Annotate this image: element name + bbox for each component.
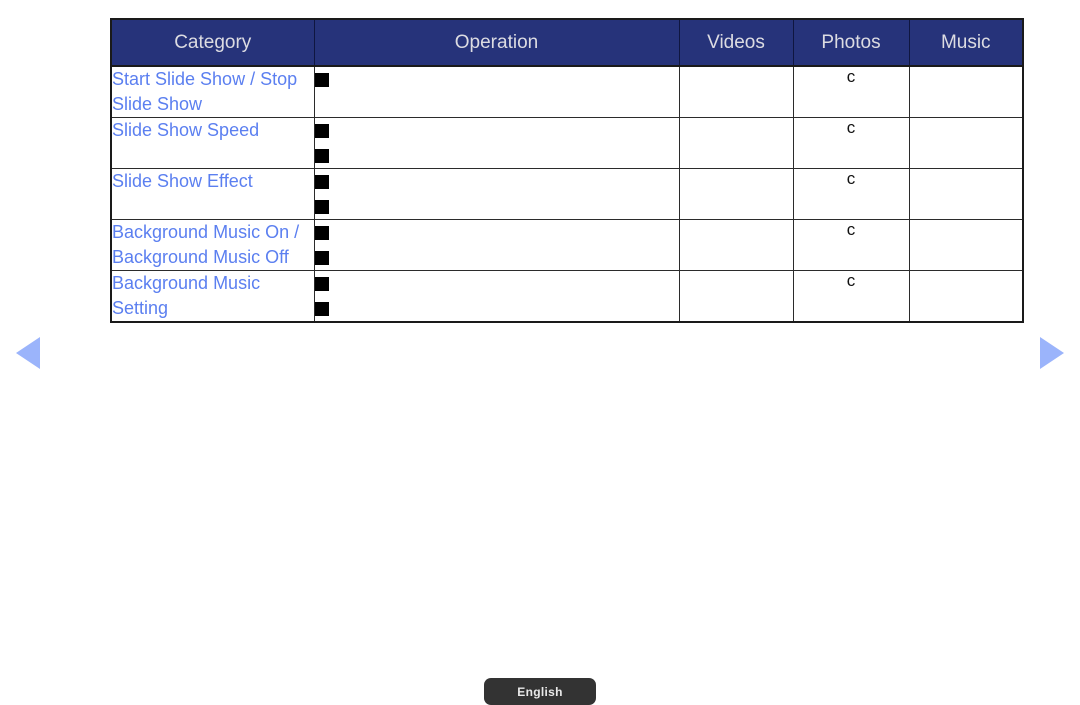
cell-videos	[678, 168, 794, 220]
cell-photos: c	[792, 168, 910, 220]
cell-category: Slide Show Speed	[110, 117, 315, 169]
table-row: Slide Show Effect c	[110, 168, 1024, 220]
list-item	[314, 271, 679, 296]
operation-list	[314, 169, 679, 219]
cell-photos: c	[792, 219, 910, 271]
operation-list	[314, 271, 679, 321]
list-item	[314, 220, 679, 245]
table-row: Background Music Setting c	[110, 270, 1024, 323]
black-square-bullet-icon	[314, 174, 329, 189]
cell-photos: c	[792, 65, 910, 118]
list-item	[314, 169, 679, 194]
list-item	[314, 194, 679, 219]
cell-music	[908, 219, 1024, 271]
table-row: Start Slide Show / Stop Slide Show c	[110, 65, 1024, 118]
triangle-left-icon[interactable]	[16, 337, 40, 369]
black-square-bullet-icon	[314, 123, 329, 138]
table-row: Background Music On / Background Music O…	[110, 219, 1024, 271]
language-button[interactable]: English	[484, 678, 596, 705]
list-item	[314, 118, 679, 143]
cell-music	[908, 65, 1024, 118]
cell-photos: c	[792, 270, 910, 323]
black-square-bullet-icon	[314, 301, 329, 316]
cell-photos: c	[792, 117, 910, 169]
cell-operation	[313, 270, 680, 323]
spec-table-container: Category Operation Videos Photos Music S…	[110, 18, 1024, 323]
list-item	[314, 245, 679, 270]
cell-music	[908, 270, 1024, 323]
triangle-right-icon[interactable]	[1040, 337, 1064, 369]
column-header-category: Category	[110, 18, 315, 67]
column-header-music: Music	[908, 18, 1024, 67]
cell-operation	[313, 117, 680, 169]
cell-operation	[313, 168, 680, 220]
black-square-bullet-icon	[314, 276, 329, 291]
black-square-bullet-icon	[314, 72, 329, 87]
cell-operation	[313, 219, 680, 271]
cell-videos	[678, 117, 794, 169]
cell-videos	[678, 219, 794, 271]
table-body: Start Slide Show / Stop Slide Show c Sli…	[110, 65, 1024, 323]
cell-music	[908, 117, 1024, 169]
list-item	[314, 143, 679, 168]
column-header-photos: Photos	[792, 18, 910, 67]
list-item	[314, 67, 679, 92]
operation-list	[314, 67, 679, 92]
operation-list	[314, 118, 679, 168]
cell-videos	[678, 270, 794, 323]
cell-category: Background Music Setting	[110, 270, 315, 323]
cell-videos	[678, 65, 794, 118]
black-square-bullet-icon	[314, 250, 329, 265]
cell-category: Start Slide Show / Stop Slide Show	[110, 65, 315, 118]
black-square-bullet-icon	[314, 225, 329, 240]
black-square-bullet-icon	[314, 148, 329, 163]
table-header-row: Category Operation Videos Photos Music	[110, 18, 1024, 67]
column-header-operation: Operation	[313, 18, 680, 67]
column-header-videos: Videos	[678, 18, 794, 67]
cell-music	[908, 168, 1024, 220]
cell-category: Slide Show Effect	[110, 168, 315, 220]
spec-table: Category Operation Videos Photos Music S…	[110, 18, 1024, 323]
operation-list	[314, 220, 679, 270]
cell-category: Background Music On / Background Music O…	[110, 219, 315, 271]
table-row: Slide Show Speed c	[110, 117, 1024, 169]
cell-operation	[313, 65, 680, 118]
black-square-bullet-icon	[314, 199, 329, 214]
list-item	[314, 296, 679, 321]
